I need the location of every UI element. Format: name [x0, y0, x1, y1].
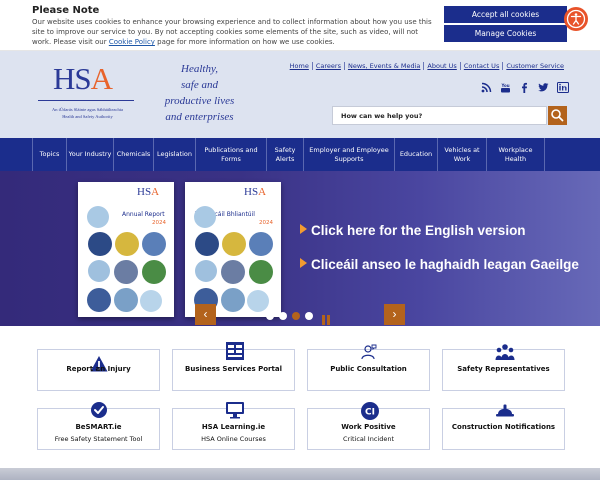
- nav-chemicals[interactable]: Chemicals: [114, 138, 154, 171]
- top-links: Home Careers News, Events & Media About …: [287, 62, 567, 70]
- nav-publications[interactable]: Publications and Forms: [196, 138, 267, 171]
- nav-safety-alerts[interactable]: Safety Alerts: [267, 138, 304, 171]
- cover-logo: HSA: [244, 186, 267, 198]
- svg-text:You: You: [500, 83, 509, 88]
- top-link-careers[interactable]: Careers: [313, 62, 345, 70]
- cookie-title: Please Note: [32, 5, 100, 16]
- cover-photo: [88, 232, 112, 256]
- services-portal-icon: [225, 341, 244, 360]
- cover-title: Annual Report: [122, 211, 165, 218]
- cover-year: 2024: [152, 220, 166, 226]
- linkedin-icon[interactable]: [557, 82, 569, 93]
- cover-photo: [115, 232, 139, 256]
- slider-prev-button[interactable]: ‹: [195, 304, 216, 325]
- cover-photo: [247, 290, 269, 312]
- quick-link-safety-reps[interactable]: Safety Representatives: [442, 344, 565, 391]
- pause-icon[interactable]: [321, 312, 331, 325]
- cover-year: 2024: [259, 220, 273, 226]
- nav-legislation[interactable]: Legislation: [154, 138, 196, 171]
- manage-cookies-button[interactable]: Manage Cookies: [444, 25, 567, 42]
- cover-photo: [221, 288, 245, 312]
- irish-report-cover[interactable]: HSA Tuarascáil Bhliantúil 2024: [185, 182, 281, 317]
- main-nav: Topics Your Industry Chemicals Legislati…: [0, 138, 600, 171]
- social-links: You: [481, 82, 569, 93]
- irish-version-link[interactable]: Cliceáil anseo le haghaidh leagan Gaeilg…: [300, 257, 579, 272]
- nav-topics[interactable]: Topics: [32, 138, 67, 171]
- cover-logo: HSA: [137, 186, 160, 198]
- check-badge-icon: [90, 401, 108, 419]
- rss-icon[interactable]: [481, 82, 492, 93]
- quick-link-public-consultation[interactable]: Public Consultation: [307, 344, 430, 391]
- nav-employer-supports[interactable]: Employer and Employee Supports: [304, 138, 395, 171]
- cover-photo: [249, 260, 273, 284]
- search-input[interactable]: How can we help you?: [332, 106, 547, 125]
- cover-photo: [194, 206, 216, 228]
- cover-photo: [222, 232, 246, 256]
- logo-subtitle: An tÚdarás Sláinte agus Sábháilteachta H…: [52, 107, 123, 119]
- cover-photo: [142, 232, 166, 256]
- cookie-banner: Please Note Our website uses cookies to …: [0, 0, 600, 51]
- svg-text:CI: CI: [365, 408, 375, 418]
- top-link-news[interactable]: News, Events & Media: [345, 62, 425, 70]
- top-link-home[interactable]: Home: [287, 62, 313, 70]
- tagline: Healthy, safe and productive lives and e…: [164, 63, 235, 123]
- top-link-contact[interactable]: Contact Us: [461, 62, 504, 70]
- footer-strip: [0, 468, 600, 480]
- quick-link-construction[interactable]: Construction Notifications: [442, 404, 565, 450]
- quick-link-work-positive[interactable]: CI Work Positive Critical Incident: [307, 402, 430, 450]
- accessibility-button[interactable]: [564, 7, 588, 31]
- cover-photo: [140, 290, 162, 312]
- top-link-about[interactable]: About Us: [424, 62, 461, 70]
- slide-dot-2[interactable]: [279, 312, 287, 320]
- consultation-person-icon: [360, 343, 378, 361]
- hsa-logo[interactable]: HSA: [53, 61, 113, 97]
- slide-dot-1[interactable]: [266, 312, 274, 320]
- nav-workplace-health[interactable]: Workplace Health: [487, 138, 545, 171]
- people-group-icon: [495, 342, 515, 360]
- cookie-text: Our website uses cookies to enhance your…: [32, 18, 432, 46]
- nav-education[interactable]: Education: [395, 138, 438, 171]
- cover-photo: [87, 206, 109, 228]
- facebook-icon[interactable]: [519, 82, 530, 93]
- cover-photo: [114, 288, 138, 312]
- quick-link-besmart[interactable]: BeSMART.ie Free Safety Statement Tool: [37, 402, 160, 450]
- site-header: HSA An tÚdarás Sláinte agus Sábháilteach…: [0, 51, 600, 138]
- accept-cookies-button[interactable]: Accept all cookies: [444, 6, 567, 23]
- cover-photo: [142, 260, 166, 284]
- search-placeholder: How can we help you?: [341, 112, 423, 120]
- hard-hat-icon: [495, 401, 514, 419]
- twitter-icon[interactable]: [538, 82, 549, 93]
- youtube-icon[interactable]: You: [500, 82, 511, 93]
- cover-photo: [195, 260, 217, 282]
- nav-your-industry[interactable]: Your Industry: [67, 138, 114, 171]
- search-button[interactable]: [548, 106, 567, 125]
- monitor-icon: [225, 401, 244, 419]
- accessibility-icon: [566, 9, 586, 29]
- cover-photo: [114, 260, 138, 284]
- hero-slider[interactable]: HSA Annual Report 2024 HSA Tuarascáil Bh…: [0, 171, 600, 326]
- search-icon: [551, 109, 564, 122]
- cover-photo: [87, 288, 111, 312]
- quick-link-business-portal[interactable]: Business Services Portal: [172, 342, 295, 391]
- quick-link-report-injury[interactable]: Report an Injury: [37, 349, 160, 391]
- annual-report-cover[interactable]: HSA Annual Report 2024: [78, 182, 174, 317]
- cover-photo: [221, 260, 245, 284]
- ci-badge-icon: CI: [360, 401, 379, 420]
- top-link-customer-service[interactable]: Customer Service: [503, 62, 567, 70]
- slide-dot-3[interactable]: [292, 312, 300, 320]
- slider-dots: [266, 312, 313, 320]
- slide-dot-4[interactable]: [305, 312, 313, 320]
- english-version-link[interactable]: Click here for the English version: [300, 223, 526, 238]
- cover-photo: [88, 260, 110, 282]
- quick-link-hsa-learning[interactable]: HSA Learning.ie HSA Online Courses: [172, 402, 295, 450]
- cover-photo: [195, 232, 219, 256]
- cookie-policy-link[interactable]: Cookie Policy: [109, 38, 155, 46]
- logo-divider: [38, 100, 134, 101]
- nav-vehicles[interactable]: Vehicles at Work: [438, 138, 487, 171]
- cover-photo: [249, 232, 273, 256]
- slider-next-button[interactable]: ›: [384, 304, 405, 325]
